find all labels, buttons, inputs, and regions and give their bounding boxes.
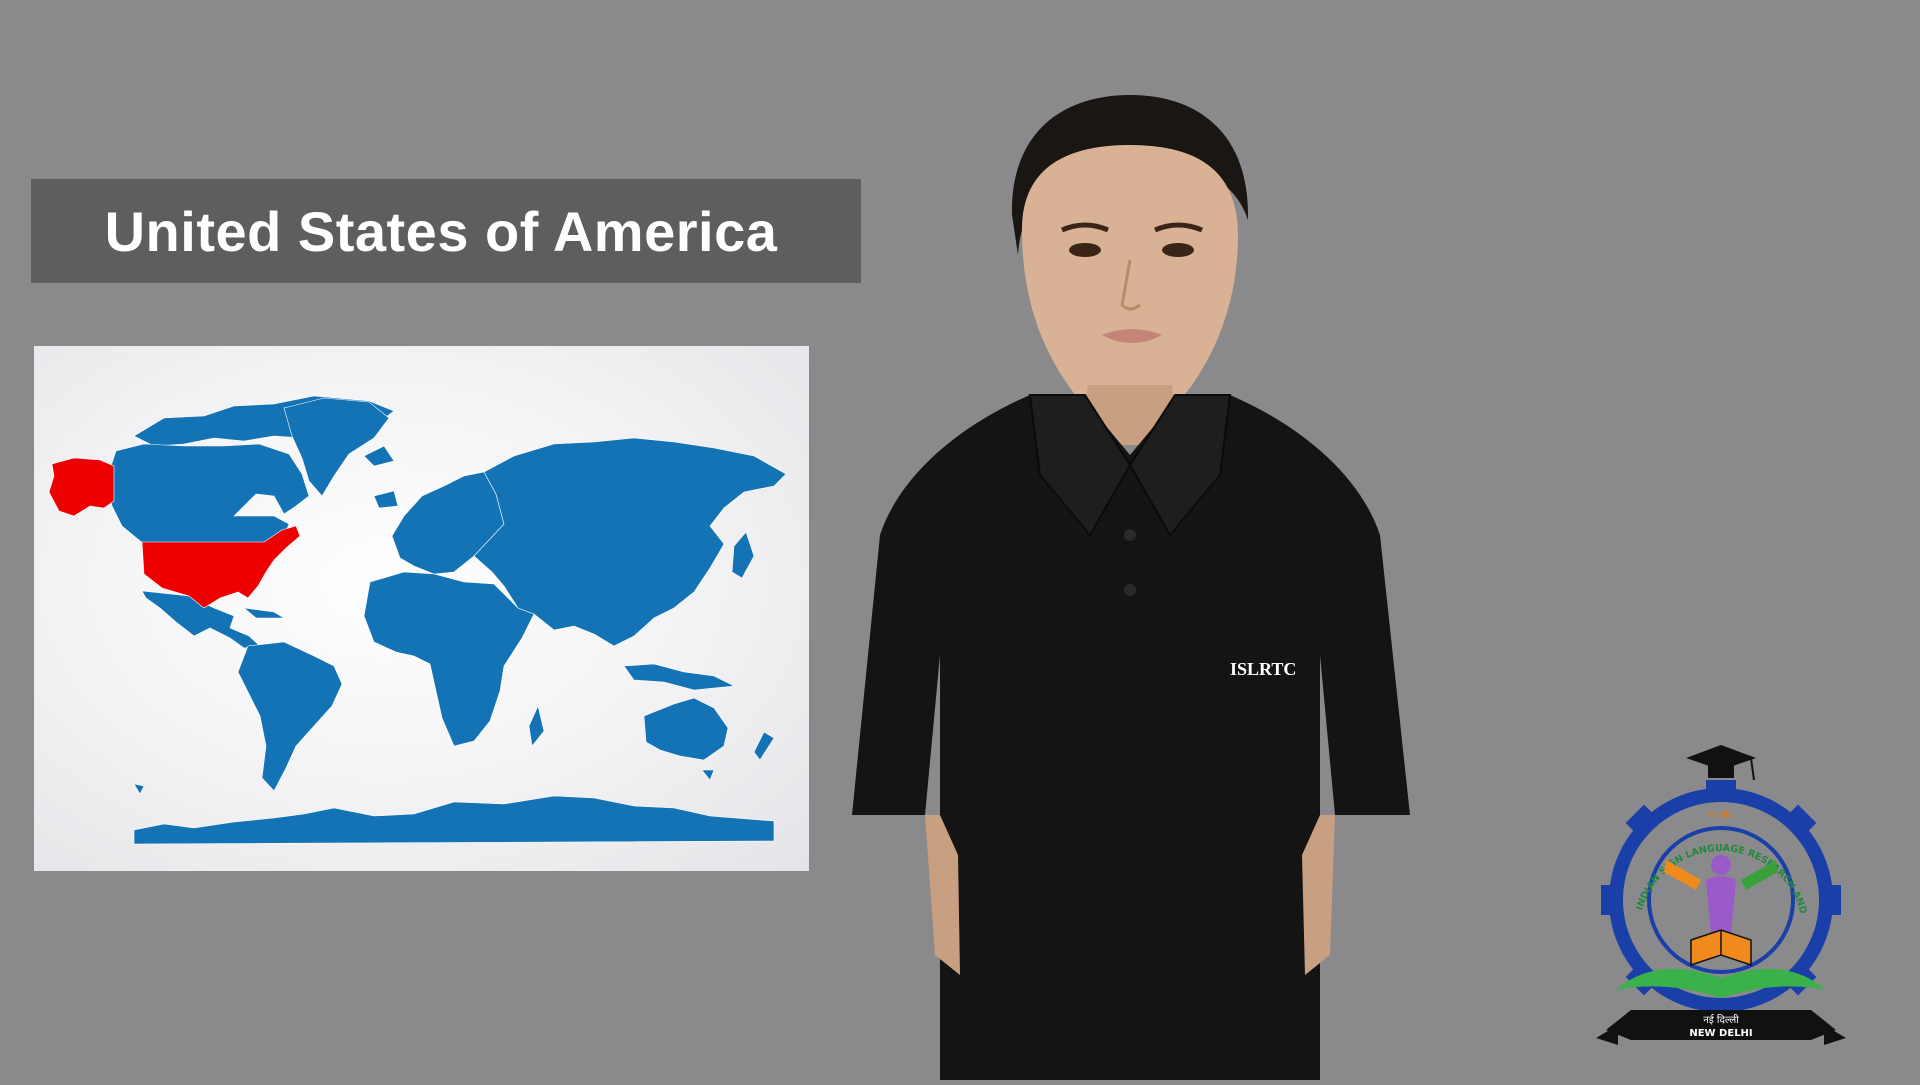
se-asia-islands <box>623 663 736 691</box>
alaska-highlight <box>48 457 115 517</box>
logo-hindi-ring-text: भारतीय <box>1708 809 1734 821</box>
presenter: ISLRTC <box>840 95 1460 1080</box>
caribbean <box>243 607 286 619</box>
south-america <box>237 641 343 792</box>
canada <box>105 443 310 545</box>
title-banner: United States of America <box>31 179 861 283</box>
world-map <box>34 346 809 871</box>
logo-city-english: NEW DELHI <box>1689 1028 1752 1039</box>
logo-emblem: INDIAN SIGN LANGUAGE RESEARCH AND TRAINI… <box>1592 732 1846 1045</box>
africa <box>363 571 535 747</box>
presenter-figure: ISLRTC <box>852 95 1410 1080</box>
logo-city-hindi: नई दिल्ली <box>1703 1014 1739 1026</box>
world-map-graphic <box>48 395 787 845</box>
australia <box>643 697 729 761</box>
antarctica <box>133 795 775 845</box>
islrtc-logo: INDIAN SIGN LANGUAGE RESEARCH AND TRAINI… <box>1592 732 1846 1055</box>
shirt-logo-text: ISLRTC <box>1230 659 1296 679</box>
country-title: United States of America <box>104 199 778 263</box>
